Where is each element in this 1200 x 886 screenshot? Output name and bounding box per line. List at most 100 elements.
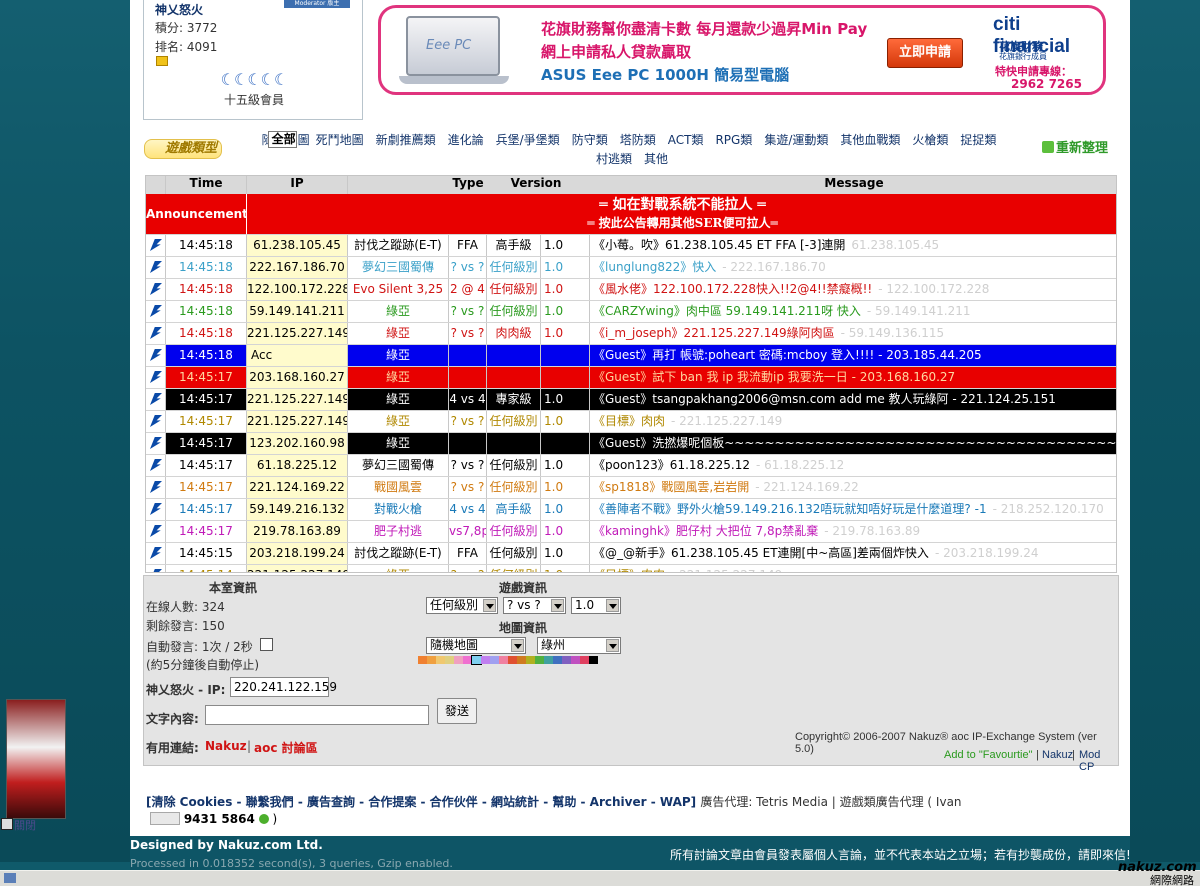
table-row[interactable]: 14:45:17 61.18.225.12 夢幻三國蜀傳? vs ? 任何級別 1.0 《…	[146, 454, 1116, 476]
category-other[interactable]: 其他	[644, 152, 668, 166]
footer-links-text[interactable]: [清除 Cookies - 聯繫我們 - 廣告查詢 - 合作提案 - 合作伙伴 …	[146, 795, 696, 809]
table-row[interactable]: 14:45:17 123.202.160.98 綠亞 《Guest》洗撚爆呢個板~~~…	[146, 432, 1116, 454]
area-select[interactable]: 綠州	[537, 637, 621, 654]
flag-icon[interactable]	[150, 812, 180, 825]
table-row[interactable]: 14:45:15 203.218.199.24 討伐之蹤跡(E-T) FFA 任何級別 1…	[146, 542, 1116, 564]
link-nakuz[interactable]: Nakuz	[205, 739, 247, 753]
game-arrow-icon[interactable]	[150, 569, 162, 572]
table-row[interactable]: 14:45:18 221.125.227.149 綠亞? vs ? 肉肉級 1.0 《i_…	[146, 322, 1116, 344]
category-gun[interactable]: 火槍類	[912, 133, 948, 147]
row-ip[interactable]: 221.125.227.149	[247, 389, 348, 410]
username[interactable]: 神乂怒火	[155, 1, 203, 18]
game-arrow-icon[interactable]	[150, 547, 162, 559]
color-palette[interactable]	[418, 655, 630, 665]
table-row[interactable]: 14:45:18 59.149.141.211 綠亞? vs ? 任何級別 1.0 《CA…	[146, 300, 1116, 322]
game-arrow-icon[interactable]	[150, 415, 162, 427]
map-select[interactable]: 隨機地圖	[426, 637, 526, 654]
category-rpg[interactable]: RPG類	[715, 133, 752, 147]
row-ip[interactable]: 59.149.216.132	[247, 499, 348, 520]
color-swatch[interactable]	[535, 656, 544, 664]
row-ip[interactable]: 61.18.225.12	[247, 455, 348, 476]
table-row[interactable]: 14:45:17 221.125.227.149 綠亞 4 vs 4 專家級 1.0 《Gu…	[146, 388, 1116, 410]
game-arrow-icon[interactable]	[150, 283, 162, 295]
category-blood-war[interactable]: 其他血戰類	[840, 133, 900, 147]
color-swatch[interactable]	[454, 656, 463, 664]
color-swatch[interactable]	[490, 656, 499, 664]
row-ip[interactable]: 222.167.186.70	[247, 257, 348, 278]
category-defense[interactable]: 防守類	[572, 133, 608, 147]
announcement-row[interactable]: Announcement ═ 如在對戰系統不能拉人 ═ ═ 按此公告轉用其他SE…	[146, 194, 1116, 234]
color-swatch[interactable]	[526, 656, 535, 664]
color-swatch[interactable]	[445, 656, 454, 664]
content-input[interactable]	[205, 705, 429, 725]
auto-post-checkbox[interactable]	[260, 638, 273, 651]
refresh-button[interactable]: 重新整理	[1042, 140, 1117, 158]
color-swatch[interactable]	[418, 656, 427, 664]
table-row[interactable]: 14:45:18 222.167.186.70 夢幻三國蜀傳? vs ? 任何級別 1.…	[146, 256, 1116, 278]
game-arrow-icon[interactable]	[150, 327, 162, 339]
row-ip[interactable]: Acc	[247, 345, 348, 366]
row-ip[interactable]: 122.100.172.228	[247, 279, 348, 300]
close-side-ad-label[interactable]: 關閉	[14, 817, 36, 833]
game-arrow-icon[interactable]	[150, 261, 162, 273]
table-row[interactable]: 14:45:18 Acc 綠亞 《Guest》再打 帳號:poheart 密碼:mcb…	[146, 344, 1116, 366]
level-select[interactable]: 任何級別	[426, 597, 498, 614]
game-arrow-icon[interactable]	[150, 459, 162, 471]
color-swatch[interactable]	[471, 655, 482, 665]
table-row[interactable]: 14:45:17 221.124.169.22 戰國風雲? vs ? 任何級別 1.0 《…	[146, 476, 1116, 498]
category-act[interactable]: ACT類	[668, 133, 704, 147]
color-swatch[interactable]	[508, 656, 517, 664]
game-arrow-icon[interactable]	[150, 239, 162, 251]
game-arrow-icon[interactable]	[150, 305, 162, 317]
ad-banner[interactable]: Eee PC 花旗財務幫你盡清卡數 每月還款少過昇Min Pay 網上申請私人貸…	[378, 5, 1106, 95]
color-swatch[interactable]	[589, 656, 598, 664]
row-ip[interactable]: 219.78.163.89	[247, 521, 348, 542]
game-arrow-icon[interactable]	[150, 371, 162, 383]
game-arrow-icon[interactable]	[150, 481, 162, 493]
side-ad-image[interactable]	[6, 699, 66, 819]
category-village-escape[interactable]: 村逃類	[596, 152, 632, 166]
color-swatch[interactable]	[580, 656, 589, 664]
send-button[interactable]: 發送	[437, 698, 477, 724]
table-row[interactable]: 14:45:17 221.125.227.149 綠亞? vs ? 任何級別 1.0 《目…	[146, 410, 1116, 432]
color-swatch[interactable]	[463, 656, 472, 664]
table-row[interactable]: 14:45:17 203.168.160.27 綠亞 《Guest》試下 ban 我 …	[146, 366, 1116, 388]
row-ip[interactable]: 61.238.105.45	[247, 235, 348, 256]
announcement-line-2[interactable]: ═ 按此公告轉用其他SER便可拉人═	[247, 214, 1116, 234]
message-icon[interactable]	[156, 56, 168, 66]
row-ip[interactable]: 221.125.227.149	[247, 565, 348, 572]
row-ip[interactable]: 221.125.227.149	[247, 411, 348, 432]
close-icon[interactable]	[1, 818, 13, 830]
table-row[interactable]: 14:45:17 59.149.216.132 對戰火槍 4 vs 4 高手級 1.0 《善…	[146, 498, 1116, 520]
game-arrow-icon[interactable]	[150, 393, 162, 405]
category-tower-defense[interactable]: 塔防類	[620, 133, 656, 147]
row-ip[interactable]: 221.124.169.22	[247, 477, 348, 498]
game-arrow-icon[interactable]	[150, 503, 162, 515]
color-swatch[interactable]	[499, 656, 508, 664]
ip-field[interactable]: 220.241.122.159	[230, 677, 337, 697]
mod-cp-link[interactable]: Mod CP	[1079, 749, 1118, 773]
category-new[interactable]: 新劇推薦類	[376, 133, 436, 147]
vs-select[interactable]: ? vs ?	[503, 597, 566, 614]
row-ip[interactable]: 59.149.141.211	[247, 301, 348, 322]
color-swatch[interactable]	[436, 656, 445, 664]
category-catch[interactable]: 捉捉類	[960, 133, 996, 147]
color-swatch[interactable]	[544, 656, 553, 664]
color-swatch[interactable]	[481, 656, 490, 664]
game-arrow-icon[interactable]	[150, 349, 162, 361]
category-death-match[interactable]: 死鬥地圖	[316, 133, 364, 147]
color-swatch[interactable]	[571, 656, 580, 664]
link-aoc-forum[interactable]: aoc 討論區	[254, 739, 318, 756]
color-swatch[interactable]	[553, 656, 562, 664]
game-arrow-icon[interactable]	[150, 437, 162, 449]
version-select[interactable]: 1.0	[571, 597, 621, 614]
color-swatch[interactable]	[427, 656, 436, 664]
game-arrow-icon[interactable]	[150, 525, 162, 537]
color-swatch[interactable]	[562, 656, 571, 664]
row-ip[interactable]: 123.202.160.98	[247, 433, 348, 454]
row-ip[interactable]: 203.218.199.24	[247, 543, 348, 564]
table-row[interactable]: 14:45:17 219.78.163.89 肥子村逃 vs7,8p 任何級別 1.0 《k…	[146, 520, 1116, 542]
category-fort[interactable]: 兵堡/爭堡類	[496, 133, 560, 147]
nakuz-link[interactable]: Nakuz	[1042, 749, 1073, 761]
category-all[interactable]: 全部	[267, 131, 297, 148]
